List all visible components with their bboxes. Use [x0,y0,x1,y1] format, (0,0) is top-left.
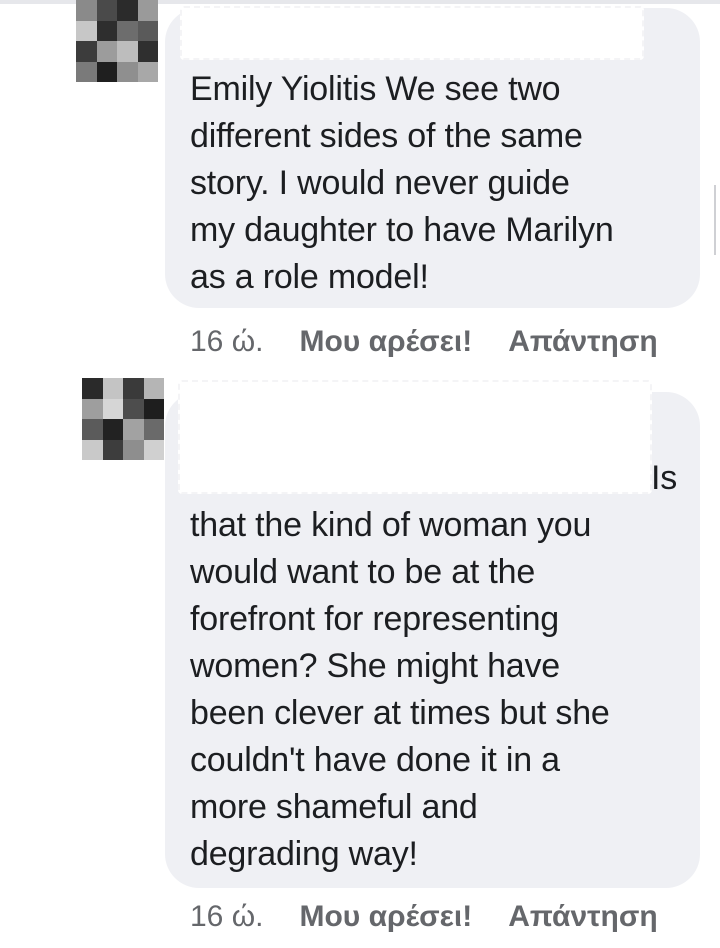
avatar-pixel [143,439,164,460]
avatar-pixel [117,41,138,62]
avatar-pixel [102,439,123,460]
reply-button[interactable]: Απάντηση [508,900,658,934]
comment-text: Emily Yiolitis We see two different side… [190,70,614,296]
avatar-pixel [117,0,138,21]
reply-button[interactable]: Απάντηση [508,325,658,359]
avatar-pixel [76,41,97,62]
avatar-pixel [82,439,103,460]
comment-timestamp[interactable]: 16 ώ. [190,325,263,359]
avatar-pixel [102,398,123,419]
avatar-pixel [117,61,138,82]
avatar-pixel [96,61,117,82]
avatar-pixel [76,0,97,21]
avatar-pixel [123,439,144,460]
avatar-pixel [82,419,103,440]
comment-meta-row: 16 ώ. Μου αρέσει! Απάντηση [190,325,658,359]
like-button[interactable]: Μου αρέσει! [299,900,472,934]
like-button[interactable]: Μου αρέσει! [299,325,472,359]
avatar-pixel [143,398,164,419]
avatar-pixel [137,20,158,41]
avatar-pixel [137,0,158,21]
avatar-pixel [96,20,117,41]
avatar-pixel [76,20,97,41]
comment-thread: Emily Yiolitis We see two different side… [0,0,720,948]
avatar-pixel [76,61,97,82]
avatar-pixel [102,419,123,440]
avatar-pixel [96,0,117,21]
avatar-pixel [143,419,164,440]
avatar-pixel [137,41,158,62]
scroll-edge [714,185,716,255]
avatar[interactable] [82,378,164,460]
comment-timestamp[interactable]: 16 ώ. [190,900,263,934]
comment-text-line-1: Is [651,459,678,497]
avatar-pixel [137,61,158,82]
avatar-pixel [82,378,103,399]
avatar-pixel [123,398,144,419]
redacted-author-name [178,380,652,494]
avatar-pixel [102,378,123,399]
avatar-pixel [123,378,144,399]
comment-text: that the kind of woman you would want to… [190,506,610,873]
avatar-pixel [143,378,164,399]
avatar-pixel [96,41,117,62]
comment-meta-row: 16 ώ. Μου αρέσει! Απάντηση [190,900,658,934]
avatar-pixel [123,419,144,440]
avatar-pixel [117,20,138,41]
redacted-author-name [180,6,644,60]
avatar-pixel [82,398,103,419]
avatar[interactable] [76,0,158,82]
